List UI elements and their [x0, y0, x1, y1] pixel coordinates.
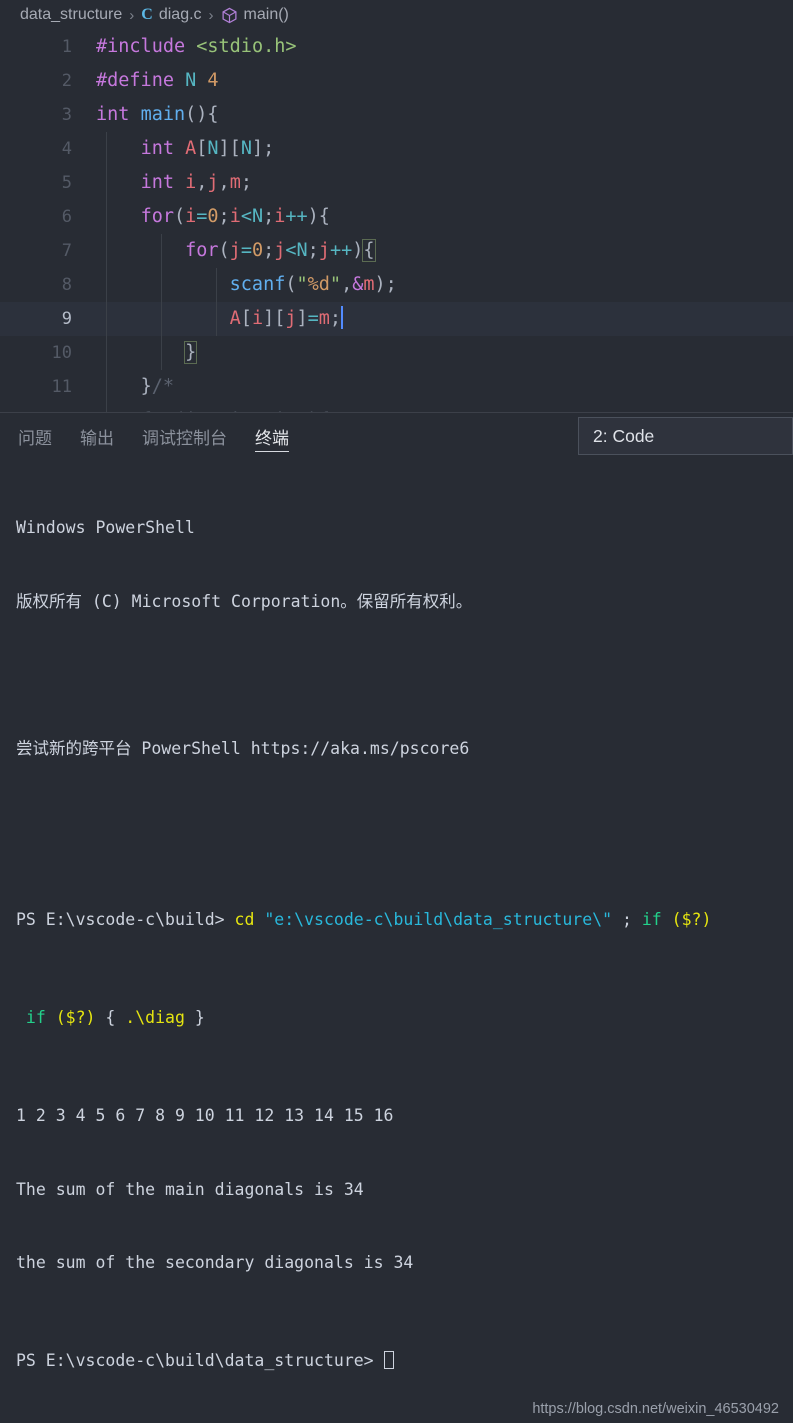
bracket-match-highlight: } — [184, 341, 198, 364]
method-cube-icon — [221, 7, 238, 24]
terminal-prompt: PS E:\vscode-c\build> — [16, 910, 235, 929]
line-content: int i,j,m; — [140, 172, 252, 193]
line-number: 10 — [51, 343, 72, 363]
line-content: } — [96, 336, 198, 370]
terminal-line: 版权所有 (C) Microsoft Corporation。保留所有权利。 — [16, 591, 473, 611]
line-number: 5 — [61, 173, 72, 193]
terminal-command-wrap: if ($?) { .\diag } — [16, 1006, 793, 1031]
breadcrumb-symbol-label: main() — [243, 6, 289, 23]
line-number: 7 — [61, 241, 72, 261]
line-content: for(i=0;i<N;i++){ — [140, 206, 330, 227]
line-number: 2 — [61, 71, 72, 91]
line-content: for(j=0;j<N;j++){ — [185, 239, 376, 262]
terminal-path-arg: "e:\vscode-c\build\data_structure\" — [254, 910, 613, 929]
line-number: 11 — [51, 377, 72, 397]
line-number: 4 — [61, 139, 72, 159]
tab-terminal[interactable]: 终端 — [253, 413, 291, 459]
code-line-8[interactable]: 8 scanf("%d",&m); — [0, 268, 793, 302]
terminal-cursor — [383, 1351, 394, 1369]
code-line-4[interactable]: 4 int A[N][N]; — [0, 132, 793, 166]
line-content: #define N 4 — [96, 70, 219, 91]
code-line-9[interactable]: 9 A[i][j]=m; — [0, 302, 793, 336]
tab-debug-console[interactable]: 调试控制台 — [140, 413, 229, 459]
terminal-final-prompt: PS E:\vscode-c\build\data_structure> — [16, 1351, 384, 1370]
code-line-10[interactable]: 10 } — [0, 336, 793, 370]
bracket-match-highlight: { — [362, 239, 376, 262]
line-content: }/* — [140, 376, 174, 397]
line-content: for(i=0;i<N;i++){ — [96, 404, 330, 412]
code-line-3[interactable]: 3 int main(){ — [0, 98, 793, 132]
terminal-line: 尝试新的跨平台 PowerShell https://aka.ms/pscore… — [16, 738, 470, 758]
breadcrumb-file-label: diag.c — [158, 6, 202, 23]
code-line-6[interactable]: 6 for(i=0;i<N;i++){ — [0, 200, 793, 234]
code-line-1[interactable]: 1 #include <stdio.h> — [0, 30, 793, 64]
breadcrumb-symbol[interactable]: main() — [221, 6, 289, 24]
terminal-selector-dropdown[interactable]: 2: Code — [578, 417, 793, 455]
line-content: scanf("%d",&m); — [229, 274, 397, 295]
code-line-12[interactable]: 12 for(i=0;i<N;i++){ — [0, 404, 793, 412]
panel-tabs: 问题 输出 调试控制台 终端 — [16, 413, 291, 459]
code-editor[interactable]: 1 #include <stdio.h> 2 #define N 4 3 int… — [0, 30, 793, 412]
terminal-line: 1 2 3 4 5 6 7 8 9 10 11 12 13 14 15 16 — [16, 1106, 394, 1125]
line-number: 6 — [61, 207, 72, 227]
line-number: 1 — [61, 37, 72, 57]
terminal-separator: ; — [612, 910, 642, 929]
terminal-final-prompt-line: PS E:\vscode-c\build\data_structure> — [16, 1349, 793, 1374]
line-content: A[i][j]=m; — [229, 306, 344, 329]
terminal-selector-value: 2: Code — [593, 425, 655, 446]
terminal-line: the sum of the secondary diagonals is 34 — [16, 1253, 414, 1272]
breadcrumb: data_structure › C diag.c › main() — [0, 0, 793, 30]
terminal-executable: .\diag — [125, 1008, 185, 1027]
code-line-2[interactable]: 2 #define N 4 — [0, 64, 793, 98]
terminal-condition: ($?) — [671, 910, 712, 929]
breadcrumb-folder[interactable]: data_structure — [20, 6, 122, 24]
bottom-panel: 问题 输出 调试控制台 终端 2: Code Windows PowerShel… — [0, 412, 793, 1423]
terminal-brace-close: } — [184, 1008, 205, 1027]
terminal-line: The sum of the main diagonals is 34 — [16, 1179, 364, 1199]
terminal-output[interactable]: Windows PowerShell 版权所有 (C) Microsoft Co… — [0, 459, 793, 1423]
terminal-command-line: PS E:\vscode-c\build> cd "e:\vscode-c\bu… — [16, 908, 793, 933]
text-cursor — [341, 306, 344, 329]
watermark-text: https://blog.csdn.net/weixin_46530492 — [532, 1400, 779, 1417]
line-number: 9 — [61, 309, 72, 329]
terminal-command: cd — [234, 910, 255, 929]
vscode-window: data_structure › C diag.c › main() 1 #in… — [0, 0, 793, 1423]
terminal-brace-open: { — [95, 1008, 126, 1027]
code-lines: 1 #include <stdio.h> 2 #define N 4 3 int… — [0, 30, 793, 412]
breadcrumb-separator-2: › — [208, 6, 214, 24]
terminal-if-keyword-wrap: if — [16, 1008, 46, 1027]
terminal-condition-wrap: ($?) — [45, 1008, 96, 1027]
terminal-line: Windows PowerShell — [16, 518, 195, 537]
breadcrumb-folder-label: data_structure — [20, 6, 123, 23]
c-file-icon: C — [141, 6, 153, 23]
tab-problems[interactable]: 问题 — [16, 413, 54, 459]
line-content: int main(){ — [96, 104, 219, 125]
breadcrumb-file[interactable]: C diag.c — [141, 6, 201, 24]
panel-header: 问题 输出 调试控制台 终端 2: Code — [0, 413, 793, 459]
code-line-7[interactable]: 7 for(j=0;j<N;j++){ — [0, 234, 793, 268]
line-number: 12 — [0, 404, 72, 412]
line-content: #include <stdio.h> — [96, 36, 297, 57]
tab-output[interactable]: 输出 — [78, 413, 116, 459]
line-number: 3 — [61, 105, 72, 125]
terminal-if-keyword: if — [641, 910, 662, 929]
line-number: 8 — [61, 275, 72, 295]
code-line-11[interactable]: 11 }/* — [0, 370, 793, 404]
line-content: int A[N][N]; — [140, 138, 275, 159]
breadcrumb-separator-1: › — [129, 6, 135, 24]
code-line-5[interactable]: 5 int i,j,m; — [0, 166, 793, 200]
